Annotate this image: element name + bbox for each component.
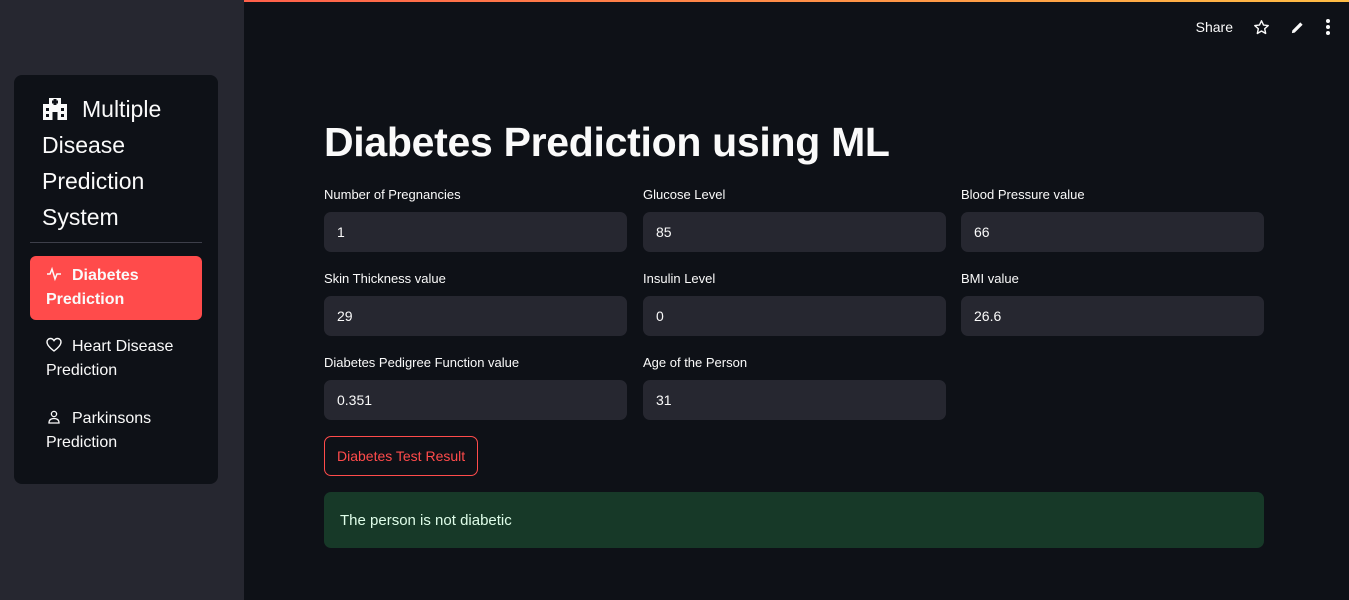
main-menu-button[interactable]	[1325, 18, 1331, 36]
pedigree-input[interactable]	[324, 380, 627, 420]
skin-thickness-input[interactable]	[324, 296, 627, 336]
result-alert: The person is not diabetic	[324, 492, 1264, 548]
skin-thickness-label: Skin Thickness value	[324, 271, 446, 286]
star-icon	[1254, 19, 1269, 34]
pregnancies-label: Number of Pregnancies	[324, 187, 461, 202]
edit-button[interactable]	[1290, 20, 1305, 35]
activity-icon	[47, 266, 61, 282]
sidebar-item-label: Heart Disease Prediction	[46, 338, 174, 379]
glucose-label: Glucose Level	[643, 187, 726, 202]
bmi-label: BMI value	[961, 271, 1019, 286]
blood-pressure-input[interactable]	[961, 212, 1264, 252]
pedigree-label: Diabetes Pedigree Function value	[324, 355, 520, 370]
page-title: Diabetes Prediction using ML	[324, 119, 890, 165]
sidebar: Multiple Disease Prediction System Diabe…	[0, 0, 244, 600]
hospital-icon	[43, 98, 67, 120]
bmi-input[interactable]	[961, 296, 1264, 336]
menu-title: Multiple Disease Prediction System	[42, 91, 202, 235]
age-input[interactable]	[643, 380, 946, 420]
pencil-icon	[1291, 21, 1303, 33]
sidebar-item-diabetes[interactable]: Diabetes Prediction	[30, 256, 202, 320]
sidebar-item-heart-disease[interactable]: Heart Disease Prediction	[30, 327, 202, 391]
result-text: The person is not diabetic	[340, 511, 512, 529]
pregnancies-input[interactable]	[324, 212, 627, 252]
blood-pressure-label: Blood Pressure value	[961, 187, 1085, 202]
menu-divider	[30, 242, 202, 243]
option-menu: Multiple Disease Prediction System Diabe…	[14, 75, 218, 484]
diabetes-test-result-button[interactable]: Diabetes Test Result	[324, 436, 479, 476]
insulin-label: Insulin Level	[643, 271, 716, 286]
heart-icon	[46, 337, 62, 352]
insulin-input[interactable]	[643, 296, 946, 336]
star-button[interactable]	[1253, 19, 1270, 36]
sidebar-item-parkinsons[interactable]: Parkinsons Prediction	[30, 399, 202, 463]
person-icon	[48, 410, 60, 424]
more-vertical-icon	[1326, 19, 1330, 35]
age-label: Age of the Person	[643, 355, 748, 370]
glucose-input[interactable]	[643, 212, 946, 252]
share-button[interactable]: Share	[1196, 19, 1233, 35]
toolbar: Share	[1196, 18, 1331, 36]
